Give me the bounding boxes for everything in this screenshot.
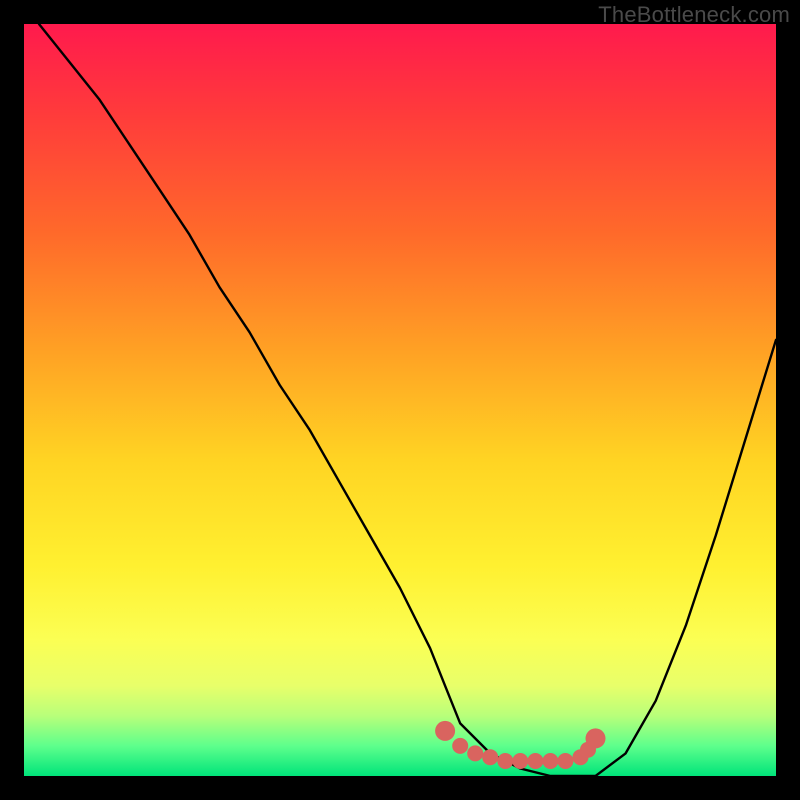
highlight-dot (542, 753, 558, 769)
highlight-dot (482, 749, 498, 765)
highlight-dot (586, 728, 606, 748)
bottleneck-chart (24, 24, 776, 776)
highlight-band (435, 721, 605, 769)
highlight-dot (512, 753, 528, 769)
highlight-dot (497, 753, 513, 769)
bottleneck-curve-path (39, 24, 776, 776)
highlight-dot (527, 753, 543, 769)
highlight-dot (557, 753, 573, 769)
highlight-dot (467, 745, 483, 761)
highlight-dot (452, 738, 468, 754)
highlight-dot (435, 721, 455, 741)
